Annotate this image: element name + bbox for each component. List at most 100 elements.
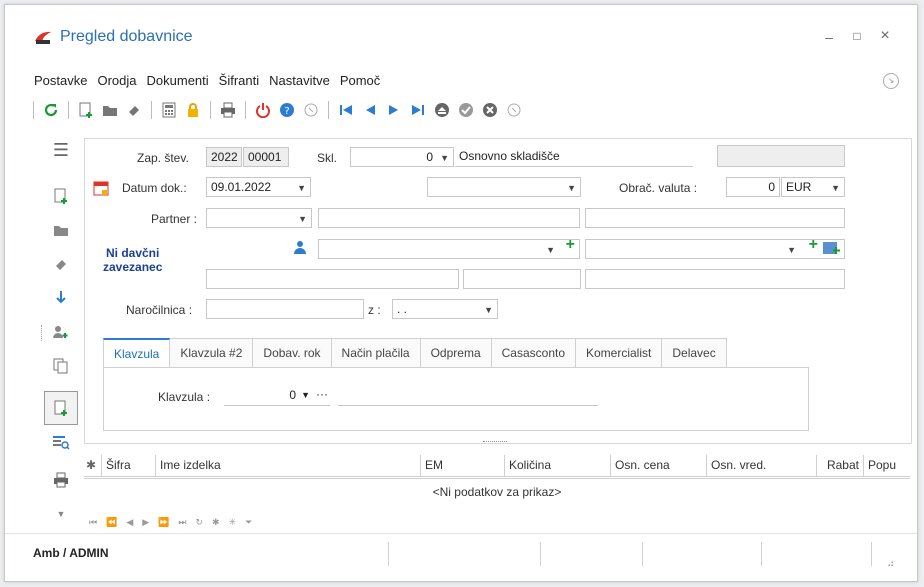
previous-record-icon[interactable] [361, 101, 379, 119]
folder-icon[interactable] [101, 101, 119, 119]
menu-dokumenti[interactable]: Dokumenti [146, 73, 210, 88]
print-icon[interactable] [48, 469, 74, 491]
copy-icon[interactable] [48, 355, 74, 377]
menu-pomoc[interactable]: Pomoč [339, 73, 381, 88]
search-list-icon[interactable] [48, 431, 74, 453]
tax-status-line1: Ni davčni [106, 246, 160, 260]
nav-refresh-icon[interactable]: ↻ [196, 517, 204, 528]
grid-new-row-icon[interactable]: ✱ [84, 455, 102, 477]
currency-rate-field[interactable]: 0 [726, 177, 780, 197]
tab-klavzula-2[interactable]: Klavzula #2 [170, 338, 254, 368]
postal-field[interactable] [463, 269, 581, 289]
column-osn-vred[interactable]: Osn. vred. [707, 455, 817, 477]
nav-next-icon[interactable]: ▶ [142, 517, 149, 528]
power-icon[interactable] [254, 101, 272, 119]
window: Pregled dobavnice – □ × Postavke Orodja … [4, 4, 918, 582]
minimize-button[interactable]: – [822, 29, 836, 45]
confirm-icon[interactable] [457, 101, 475, 119]
address-field[interactable] [206, 269, 459, 289]
close-button[interactable]: × [878, 27, 892, 45]
edit-address-icon[interactable] [823, 241, 841, 258]
splitter-grip[interactable] [483, 441, 507, 444]
new-item-button[interactable] [44, 391, 78, 425]
hamburger-menu-icon[interactable]: ☰ [48, 139, 74, 161]
tab-klavzula[interactable]: Klavzula [103, 338, 171, 368]
currency-select[interactable]: EUR ▼ [781, 177, 845, 197]
date-field[interactable]: 09.01.2022 ▼ [206, 177, 311, 197]
eraser-icon[interactable] [48, 253, 74, 275]
folder-icon[interactable] [48, 219, 74, 241]
new-document-icon[interactable] [77, 101, 95, 119]
partner-name-field[interactable] [318, 208, 580, 228]
column-ime-izdelka[interactable]: Ime izdelka [156, 455, 421, 477]
first-record-icon[interactable] [337, 101, 355, 119]
tab-odprema[interactable]: Odprema [420, 338, 492, 368]
doc-year-field[interactable]: 2022 [206, 147, 242, 167]
klavzula-text-field[interactable] [338, 386, 598, 406]
column-popust[interactable]: Popu [864, 455, 910, 477]
tab-komercialist[interactable]: Komercialist [576, 338, 663, 368]
partner-code-select[interactable]: ▼ [206, 208, 312, 228]
next-record-icon[interactable] [385, 101, 403, 119]
add-contact-icon[interactable]: + [566, 240, 575, 253]
status-bar: Amb / ADMIN ⣠ [5, 533, 917, 582]
resize-grip-icon[interactable]: ⣠ [887, 556, 894, 567]
partner-label: Partner : [151, 212, 198, 226]
add-delivery-icon[interactable]: + [809, 240, 818, 253]
nav-prev-page-icon[interactable]: ⏪ [106, 517, 117, 528]
new-document-icon[interactable] [48, 185, 74, 207]
grid-empty-text: <Ni podatkov za prikaz> [432, 485, 562, 499]
menu-orodja[interactable]: Orodja [96, 73, 137, 88]
last-record-icon[interactable] [409, 101, 427, 119]
users-icon[interactable] [48, 321, 74, 343]
tab-casasconto[interactable]: Casasconto [491, 338, 576, 368]
calendar-icon[interactable] [93, 180, 109, 199]
nav-first-icon[interactable]: ⏮ [89, 517, 97, 528]
column-kolicina[interactable]: Količina [505, 455, 611, 477]
maximize-button[interactable]: □ [850, 29, 864, 43]
delivery-select[interactable]: ▼ + [585, 239, 845, 259]
status-separator [540, 542, 541, 566]
city-field[interactable] [585, 269, 845, 289]
menu-sifranti[interactable]: Šifranti [218, 73, 260, 88]
contact-person-icon[interactable] [293, 240, 307, 257]
doc-no-field[interactable]: 00001 [243, 147, 289, 167]
type-select[interactable]: ▼ [427, 177, 581, 197]
column-em[interactable]: EM [421, 455, 505, 477]
contact-select[interactable]: ▼ + [318, 239, 580, 259]
nav-next-page-icon[interactable]: ⏩ [158, 517, 169, 528]
warehouse-code-select[interactable]: 0 ▼ [350, 147, 454, 167]
eraser-icon[interactable] [125, 101, 143, 119]
order-date-field[interactable]: . . ▼ [392, 299, 498, 319]
collapse-ribbon-icon[interactable]: ↘ [883, 73, 899, 89]
arrow-down-icon[interactable] [48, 286, 74, 308]
tab-dobav-rok[interactable]: Dobav. rok [253, 338, 332, 368]
help-icon[interactable]: ? [278, 101, 296, 119]
partner-extra-field[interactable] [585, 208, 845, 228]
tab-nacin-placila[interactable]: Način plačila [331, 338, 421, 368]
klavzula-value: 0 [289, 388, 296, 402]
cancel-icon[interactable] [481, 101, 499, 119]
eject-icon[interactable] [433, 101, 451, 119]
calculator-icon[interactable] [160, 101, 178, 119]
menu-nastavitve[interactable]: Nastavitve [268, 73, 331, 88]
refresh-icon[interactable] [42, 101, 60, 119]
column-osn-cena[interactable]: Osn. cena [611, 455, 707, 477]
more-options-button[interactable]: ··· [316, 387, 328, 401]
column-sifra[interactable]: Šifra [102, 455, 156, 477]
klavzula-select[interactable]: 0 ▼ ··· [224, 386, 330, 406]
print-icon[interactable] [219, 101, 237, 119]
expand-circle-icon[interactable] [302, 101, 320, 119]
nav-prev-icon[interactable]: ◀ [126, 517, 133, 528]
lock-icon[interactable] [184, 101, 202, 119]
more-down-icon[interactable]: ▼ [48, 503, 74, 525]
column-rabat[interactable]: Rabat [817, 455, 864, 477]
expand-circle-icon[interactable] [505, 101, 523, 119]
nav-last-icon[interactable]: ⏭ [178, 517, 186, 528]
order-field[interactable] [206, 299, 364, 319]
tab-delavec[interactable]: Delavec [662, 338, 727, 368]
menu-postavke[interactable]: Postavke [33, 73, 88, 88]
nav-insert-icon[interactable]: ✳ [229, 517, 237, 528]
nav-filter-icon[interactable]: ⏷ [245, 517, 252, 528]
nav-append-icon[interactable]: ✱ [212, 517, 220, 528]
